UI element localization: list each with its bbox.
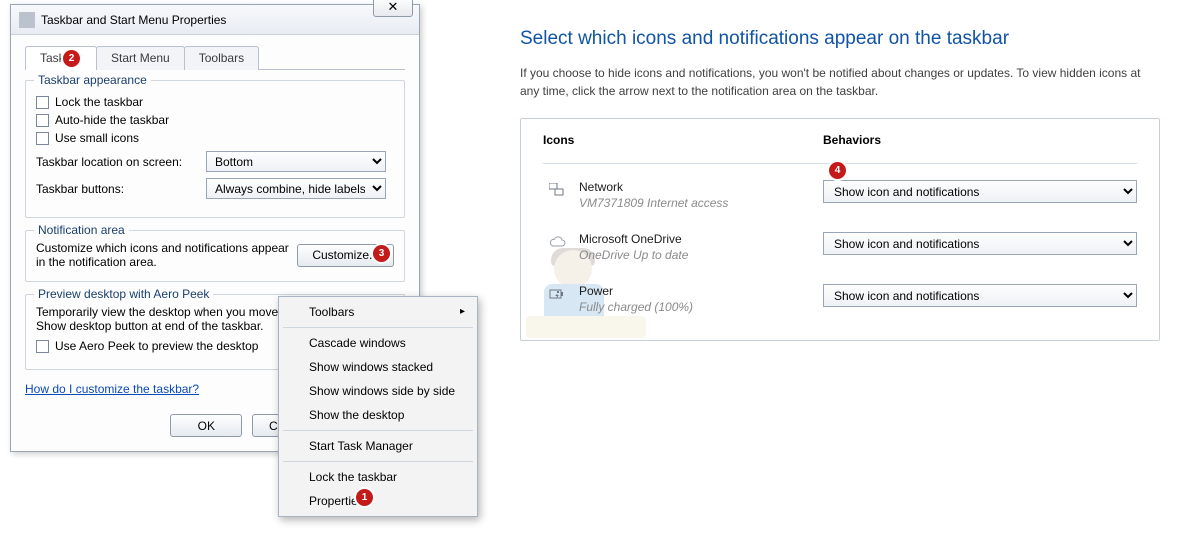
chk-autohide[interactable]: Auto-hide the taskbar — [36, 113, 394, 127]
icons-grid: Icons Behaviors Network VM7371809 Intern… — [520, 118, 1160, 341]
page-description: If you choose to hide icons and notifica… — [520, 64, 1150, 100]
notification-area-config: Select which icons and notifications app… — [520, 28, 1160, 341]
col-header-behaviors: Behaviors — [823, 133, 1137, 147]
group-title: Taskbar appearance — [34, 73, 151, 87]
cloud-icon — [547, 233, 567, 251]
chk-lock-taskbar[interactable]: Lock the taskbar — [36, 95, 394, 109]
notification-area-text: Customize which icons and notifications … — [36, 241, 297, 269]
icon-name: Network — [579, 180, 823, 194]
power-icon — [547, 285, 567, 303]
submenu-arrow-icon: ▸ — [460, 306, 465, 317]
help-link[interactable]: How do I customize the taskbar? — [25, 382, 199, 396]
step-badge-3: 3 — [373, 245, 390, 262]
ctx-show-desktop[interactable]: Show the desktop — [281, 403, 475, 427]
group-title: Notification area — [34, 223, 129, 237]
label-buttons: Taskbar buttons: — [36, 182, 206, 196]
icon-name: Power — [579, 284, 823, 298]
chk-small-icons[interactable]: Use small icons — [36, 131, 394, 145]
group-taskbar-appearance: Taskbar appearance Lock the taskbar Auto… — [25, 80, 405, 218]
icon-row: Network VM7371809 Internet access Show i… — [543, 180, 1137, 210]
step-badge-4: 4 — [829, 162, 846, 179]
ctx-properties[interactable]: Properties — [281, 489, 475, 513]
behavior-select-network[interactable]: Show icon and notifications — [823, 180, 1137, 203]
icon-sub: OneDrive Up to date — [579, 248, 823, 262]
group-notification-area: Notification area Customize which icons … — [25, 230, 405, 282]
ok-button[interactable]: OK — [170, 414, 242, 437]
icon-row: Power Fully charged (100%) Show icon and… — [543, 284, 1137, 314]
step-badge-1: 1 — [356, 489, 373, 506]
ctx-toolbars[interactable]: Toolbars ▸ — [281, 300, 475, 324]
window-title: Taskbar and Start Menu Properties — [41, 13, 411, 27]
separator — [283, 430, 473, 431]
ctx-cascade[interactable]: Cascade windows — [281, 331, 475, 355]
select-taskbar-buttons[interactable]: Always combine, hide labels — [206, 178, 386, 199]
close-button[interactable]: ✕ — [373, 0, 413, 17]
icon-sub: Fully charged (100%) — [579, 300, 823, 314]
icon-name: Microsoft OneDrive — [579, 232, 823, 246]
select-taskbar-location[interactable]: Bottom — [206, 151, 386, 172]
ctx-side-by-side[interactable]: Show windows side by side — [281, 379, 475, 403]
group-title: Preview desktop with Aero Peek — [34, 287, 213, 301]
step-badge-2: 2 — [63, 50, 80, 67]
tab-startmenu[interactable]: Start Menu — [96, 46, 185, 70]
ctx-stacked[interactable]: Show windows stacked — [281, 355, 475, 379]
behavior-select-power[interactable]: Show icon and notifications — [823, 284, 1137, 307]
separator — [283, 461, 473, 462]
behavior-select-onedrive[interactable]: Show icon and notifications — [823, 232, 1137, 255]
ctx-task-manager[interactable]: Start Task Manager — [281, 434, 475, 458]
taskbar-context-menu: Toolbars ▸ Cascade windows Show windows … — [278, 296, 478, 517]
icon-sub: VM7371809 Internet access — [579, 196, 823, 210]
icon-row: Microsoft OneDrive OneDrive Up to date S… — [543, 232, 1137, 262]
separator — [283, 327, 473, 328]
label-location: Taskbar location on screen: — [36, 155, 206, 169]
titlebar[interactable]: Taskbar and Start Menu Properties ✕ — [11, 5, 419, 35]
tabs: Taskbar Start Menu Toolbars — [25, 45, 405, 70]
tab-toolbars[interactable]: Toolbars — [184, 46, 259, 70]
page-title: Select which icons and notifications app… — [520, 28, 1160, 50]
ctx-lock-taskbar[interactable]: Lock the taskbar — [281, 465, 475, 489]
col-header-icons: Icons — [543, 133, 823, 147]
app-icon — [19, 12, 35, 28]
tab-taskbar[interactable]: Taskbar — [25, 46, 97, 70]
network-icon — [547, 181, 567, 199]
